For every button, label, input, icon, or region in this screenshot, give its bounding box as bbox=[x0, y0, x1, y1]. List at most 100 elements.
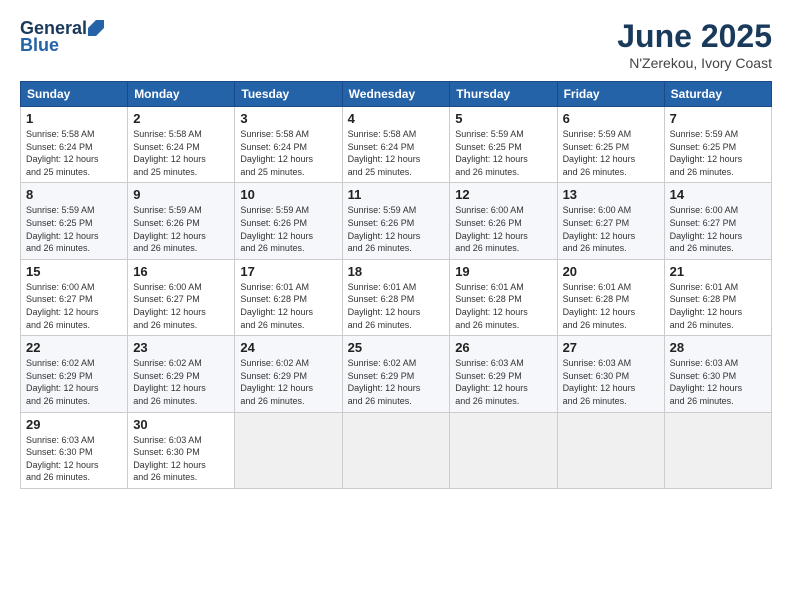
day-details: Sunrise: 5:58 AM Sunset: 6:24 PM Dayligh… bbox=[348, 128, 445, 178]
calendar-day-cell: 7 Sunrise: 5:59 AM Sunset: 6:25 PM Dayli… bbox=[664, 107, 771, 183]
sunset-label: Sunset: 6:26 PM bbox=[455, 218, 522, 228]
sunset-label: Sunset: 6:27 PM bbox=[26, 294, 93, 304]
sunset-label: Sunset: 6:30 PM bbox=[133, 447, 200, 457]
day-number: 13 bbox=[563, 187, 659, 202]
calendar-day-cell: 15 Sunrise: 6:00 AM Sunset: 6:27 PM Dayl… bbox=[21, 259, 128, 335]
daylight-minutes: and 25 minutes. bbox=[26, 167, 90, 177]
daylight-minutes: and 25 minutes. bbox=[133, 167, 197, 177]
daylight-minutes: and 26 minutes. bbox=[563, 243, 627, 253]
daylight-label: Daylight: 12 hours bbox=[26, 154, 99, 164]
day-number: 3 bbox=[240, 111, 336, 126]
calendar-week-row: 8 Sunrise: 5:59 AM Sunset: 6:25 PM Dayli… bbox=[21, 183, 772, 259]
sunrise-label: Sunrise: 5:59 AM bbox=[26, 205, 95, 215]
daylight-label: Daylight: 12 hours bbox=[348, 154, 421, 164]
daylight-label: Daylight: 12 hours bbox=[240, 307, 313, 317]
daylight-label: Daylight: 12 hours bbox=[133, 231, 206, 241]
daylight-minutes: and 26 minutes. bbox=[240, 320, 304, 330]
sunrise-label: Sunrise: 6:03 AM bbox=[563, 358, 632, 368]
sunset-label: Sunset: 6:26 PM bbox=[133, 218, 200, 228]
sunrise-label: Sunrise: 5:59 AM bbox=[240, 205, 309, 215]
daylight-minutes: and 26 minutes. bbox=[133, 396, 197, 406]
header-friday: Friday bbox=[557, 82, 664, 107]
daylight-minutes: and 26 minutes. bbox=[240, 396, 304, 406]
day-number: 19 bbox=[455, 264, 551, 279]
calendar-day-cell: 4 Sunrise: 5:58 AM Sunset: 6:24 PM Dayli… bbox=[342, 107, 450, 183]
sunrise-label: Sunrise: 5:59 AM bbox=[670, 129, 739, 139]
day-number: 17 bbox=[240, 264, 336, 279]
calendar-day-cell: 16 Sunrise: 6:00 AM Sunset: 6:27 PM Dayl… bbox=[128, 259, 235, 335]
daylight-label: Daylight: 12 hours bbox=[670, 383, 743, 393]
daylight-label: Daylight: 12 hours bbox=[455, 231, 528, 241]
calendar-day-cell: 19 Sunrise: 6:01 AM Sunset: 6:28 PM Dayl… bbox=[450, 259, 557, 335]
daylight-label: Daylight: 12 hours bbox=[240, 231, 313, 241]
sunrise-label: Sunrise: 5:58 AM bbox=[240, 129, 309, 139]
sunrise-label: Sunrise: 6:00 AM bbox=[670, 205, 739, 215]
title-area: June 2025 N'Zerekou, Ivory Coast bbox=[617, 18, 772, 71]
day-number: 20 bbox=[563, 264, 659, 279]
daylight-label: Daylight: 12 hours bbox=[455, 154, 528, 164]
daylight-label: Daylight: 12 hours bbox=[670, 154, 743, 164]
sunset-label: Sunset: 6:30 PM bbox=[563, 371, 630, 381]
day-details: Sunrise: 5:59 AM Sunset: 6:26 PM Dayligh… bbox=[240, 204, 336, 254]
day-number: 15 bbox=[26, 264, 122, 279]
sunrise-label: Sunrise: 6:00 AM bbox=[133, 282, 202, 292]
calendar-day-cell: 24 Sunrise: 6:02 AM Sunset: 6:29 PM Dayl… bbox=[235, 336, 342, 412]
calendar-day-cell: 17 Sunrise: 6:01 AM Sunset: 6:28 PM Dayl… bbox=[235, 259, 342, 335]
daylight-minutes: and 26 minutes. bbox=[240, 243, 304, 253]
sunrise-label: Sunrise: 5:58 AM bbox=[133, 129, 202, 139]
calendar-day-cell: 27 Sunrise: 6:03 AM Sunset: 6:30 PM Dayl… bbox=[557, 336, 664, 412]
day-details: Sunrise: 6:01 AM Sunset: 6:28 PM Dayligh… bbox=[240, 281, 336, 331]
sunset-label: Sunset: 6:27 PM bbox=[670, 218, 737, 228]
calendar-day-cell: 29 Sunrise: 6:03 AM Sunset: 6:30 PM Dayl… bbox=[21, 412, 128, 488]
day-details: Sunrise: 6:03 AM Sunset: 6:30 PM Dayligh… bbox=[563, 357, 659, 407]
calendar-day-cell: 10 Sunrise: 5:59 AM Sunset: 6:26 PM Dayl… bbox=[235, 183, 342, 259]
daylight-label: Daylight: 12 hours bbox=[563, 383, 636, 393]
daylight-minutes: and 26 minutes. bbox=[455, 320, 519, 330]
daylight-label: Daylight: 12 hours bbox=[563, 307, 636, 317]
day-number: 18 bbox=[348, 264, 445, 279]
daylight-minutes: and 26 minutes. bbox=[670, 320, 734, 330]
daylight-label: Daylight: 12 hours bbox=[133, 154, 206, 164]
calendar-day-cell: 13 Sunrise: 6:00 AM Sunset: 6:27 PM Dayl… bbox=[557, 183, 664, 259]
daylight-minutes: and 26 minutes. bbox=[455, 396, 519, 406]
calendar-day-cell bbox=[342, 412, 450, 488]
sunrise-label: Sunrise: 6:01 AM bbox=[670, 282, 739, 292]
calendar-day-cell bbox=[664, 412, 771, 488]
day-number: 25 bbox=[348, 340, 445, 355]
daylight-label: Daylight: 12 hours bbox=[670, 307, 743, 317]
day-number: 23 bbox=[133, 340, 229, 355]
sunrise-label: Sunrise: 6:03 AM bbox=[455, 358, 524, 368]
sunset-label: Sunset: 6:27 PM bbox=[133, 294, 200, 304]
sunset-label: Sunset: 6:25 PM bbox=[26, 218, 93, 228]
daylight-minutes: and 26 minutes. bbox=[348, 396, 412, 406]
day-number: 26 bbox=[455, 340, 551, 355]
daylight-minutes: and 26 minutes. bbox=[133, 320, 197, 330]
day-details: Sunrise: 5:59 AM Sunset: 6:25 PM Dayligh… bbox=[26, 204, 122, 254]
calendar-day-cell: 9 Sunrise: 5:59 AM Sunset: 6:26 PM Dayli… bbox=[128, 183, 235, 259]
day-details: Sunrise: 5:58 AM Sunset: 6:24 PM Dayligh… bbox=[26, 128, 122, 178]
daylight-label: Daylight: 12 hours bbox=[240, 154, 313, 164]
daylight-minutes: and 26 minutes. bbox=[348, 243, 412, 253]
daylight-label: Daylight: 12 hours bbox=[133, 383, 206, 393]
day-details: Sunrise: 6:02 AM Sunset: 6:29 PM Dayligh… bbox=[133, 357, 229, 407]
daylight-minutes: and 26 minutes. bbox=[455, 243, 519, 253]
day-number: 1 bbox=[26, 111, 122, 126]
sunrise-label: Sunrise: 5:59 AM bbox=[133, 205, 202, 215]
sunset-label: Sunset: 6:25 PM bbox=[670, 142, 737, 152]
daylight-minutes: and 26 minutes. bbox=[26, 243, 90, 253]
daylight-minutes: and 26 minutes. bbox=[563, 396, 627, 406]
calendar-day-cell: 8 Sunrise: 5:59 AM Sunset: 6:25 PM Dayli… bbox=[21, 183, 128, 259]
sunset-label: Sunset: 6:29 PM bbox=[348, 371, 415, 381]
sunrise-label: Sunrise: 5:58 AM bbox=[26, 129, 95, 139]
calendar-day-cell: 3 Sunrise: 5:58 AM Sunset: 6:24 PM Dayli… bbox=[235, 107, 342, 183]
sunrise-label: Sunrise: 6:02 AM bbox=[26, 358, 95, 368]
sunset-label: Sunset: 6:30 PM bbox=[26, 447, 93, 457]
sunrise-label: Sunrise: 5:59 AM bbox=[348, 205, 417, 215]
day-number: 27 bbox=[563, 340, 659, 355]
header: General Blue June 2025 N'Zerekou, Ivory … bbox=[20, 18, 772, 71]
daylight-label: Daylight: 12 hours bbox=[563, 231, 636, 241]
day-number: 14 bbox=[670, 187, 766, 202]
day-details: Sunrise: 5:59 AM Sunset: 6:25 PM Dayligh… bbox=[670, 128, 766, 178]
sunset-label: Sunset: 6:28 PM bbox=[348, 294, 415, 304]
calendar-day-cell: 21 Sunrise: 6:01 AM Sunset: 6:28 PM Dayl… bbox=[664, 259, 771, 335]
